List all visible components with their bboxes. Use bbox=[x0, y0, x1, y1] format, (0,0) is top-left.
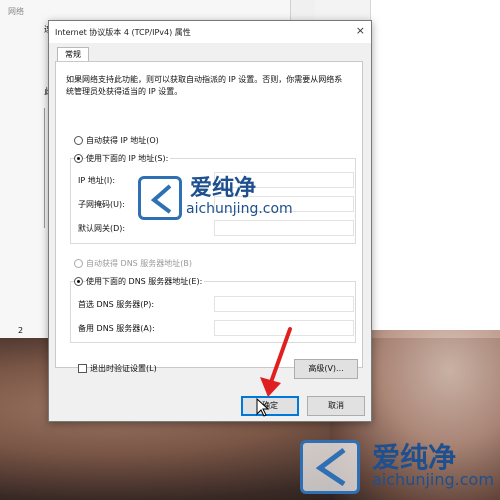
background-window-label: 2 bbox=[18, 326, 24, 335]
validate-on-exit-label: 退出时验证设置(L) bbox=[90, 364, 157, 373]
ip-auto-label: 自动获得 IP 地址(O) bbox=[86, 136, 159, 145]
default-gateway-input[interactable] bbox=[214, 220, 354, 236]
ip-manual-label: 使用下面的 IP 地址(S): bbox=[86, 153, 171, 164]
cancel-button[interactable]: 取消 bbox=[307, 396, 365, 416]
dns-auto-label: 自动获得 DNS 服务器地址(B) bbox=[86, 259, 193, 268]
title-bar[interactable]: Internet 协议版本 4 (TCP/IPv4) 属性 × bbox=[49, 21, 371, 43]
dns-manual-label: 使用下面的 DNS 服务器地址(E): bbox=[86, 276, 205, 287]
preferred-dns-label: 首选 DNS 服务器(P): bbox=[78, 300, 155, 309]
default-gateway-label: 默认网关(D): bbox=[78, 224, 126, 233]
subnet-mask-label: 子网掩码(U): bbox=[78, 200, 125, 209]
close-icon[interactable]: × bbox=[356, 24, 365, 37]
alternate-dns-label: 备用 DNS 服务器(A): bbox=[78, 324, 155, 333]
watermark-logo-mark-icon bbox=[150, 184, 172, 214]
validate-on-exit-checkbox[interactable] bbox=[78, 364, 87, 373]
red-arrow-icon bbox=[260, 327, 292, 397]
background-window-label: 网络 bbox=[8, 7, 24, 16]
watermark-logo-mark-icon bbox=[315, 448, 346, 486]
description-text: 如果网络支持此功能，则可以获取自动指派的 IP 设置。否则，你需要从网络系统管理… bbox=[66, 75, 343, 96]
preferred-dns-input[interactable] bbox=[214, 296, 354, 312]
ipv4-properties-dialog: Internet 协议版本 4 (TCP/IPv4) 属性 × 常规 如果网络支… bbox=[48, 20, 372, 422]
dns-manual-radio[interactable] bbox=[74, 277, 83, 286]
watermark-url: aichunjing.com bbox=[372, 470, 494, 489]
background-panel bbox=[370, 0, 500, 340]
advanced-button[interactable]: 高级(V)... bbox=[294, 359, 358, 379]
watermark-url: aichunjing.com bbox=[186, 201, 293, 217]
dialog-title: Internet 协议版本 4 (TCP/IPv4) 属性 bbox=[55, 28, 191, 37]
ip-manual-radio[interactable] bbox=[74, 154, 83, 163]
ip-address-label: IP 地址(I): bbox=[78, 176, 116, 185]
mouse-cursor-icon bbox=[256, 398, 270, 417]
tab-general[interactable]: 常规 bbox=[57, 47, 89, 62]
watermark-title: 爱纯净 bbox=[190, 176, 257, 201]
ip-auto-radio[interactable] bbox=[74, 136, 83, 145]
dns-auto-radio[interactable] bbox=[74, 259, 83, 268]
